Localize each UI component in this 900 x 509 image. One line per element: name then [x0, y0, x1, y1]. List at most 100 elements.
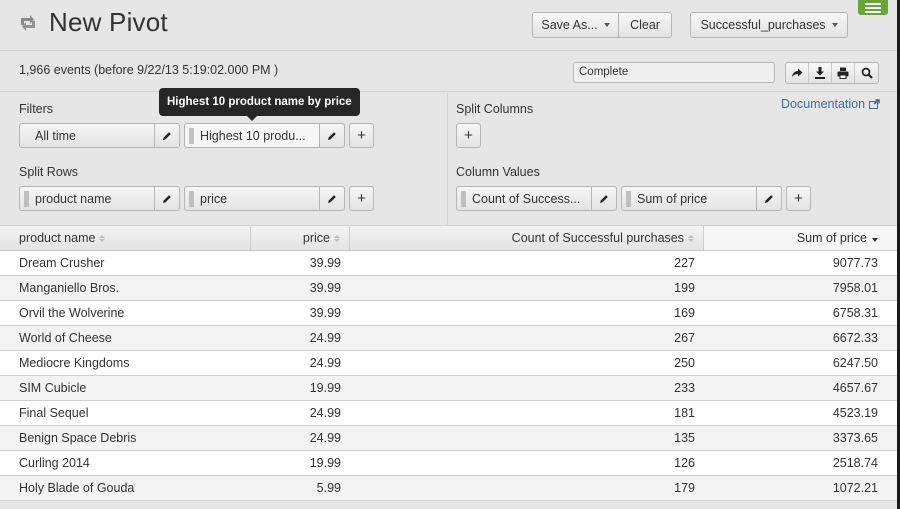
- cell-price: 24.99: [309, 356, 341, 370]
- cell-sum-price: 4523.19: [832, 406, 878, 420]
- cell-price: 19.99: [309, 381, 341, 395]
- drag-handle-icon[interactable]: [626, 191, 631, 207]
- cell-sum-price: 3373.65: [832, 431, 878, 445]
- table-row[interactable]: Dream Crusher 39.99 227 9077.73: [0, 251, 897, 276]
- edit-filter-button[interactable]: [154, 123, 180, 148]
- chevron-down-icon: [603, 23, 610, 27]
- cell-count: 181: [674, 406, 695, 420]
- cell-price: 24.99: [309, 406, 341, 420]
- table-row[interactable]: Curling 2014 19.99 126 2518.74: [0, 451, 897, 476]
- edit-split-row-button[interactable]: [154, 186, 180, 211]
- column-header-price[interactable]: price: [251, 226, 350, 250]
- edit-split-row-button[interactable]: [319, 186, 345, 211]
- column-header-count[interactable]: Count of Successful purchases: [350, 226, 704, 250]
- inspect-button[interactable]: [855, 63, 878, 83]
- edit-column-value-button[interactable]: [756, 186, 782, 211]
- cell-sum-price: 4657.67: [832, 381, 878, 395]
- pivot-icon: [21, 15, 35, 31]
- drag-handle-icon[interactable]: [461, 191, 466, 207]
- add-column-value-button[interactable]: +: [786, 186, 811, 211]
- print-icon: [837, 67, 849, 79]
- cell-product-name: Final Sequel: [19, 406, 89, 420]
- cell-count: 199: [674, 281, 695, 295]
- cell-price: 24.99: [309, 431, 341, 445]
- cell-count: 179: [674, 481, 695, 495]
- search-icon: [861, 67, 873, 79]
- edit-filter-button[interactable]: [319, 123, 345, 148]
- dataset-dropdown[interactable]: Successful_purchases: [690, 12, 848, 38]
- table-row[interactable]: Manganiello Bros. 39.99 199 7958.01: [0, 276, 897, 301]
- clear-button[interactable]: Clear: [619, 12, 672, 38]
- page-title: New Pivot: [49, 7, 168, 37]
- cell-price: 39.99: [309, 281, 341, 295]
- documentation-link[interactable]: Documentation: [781, 97, 880, 111]
- pivot-config-panel: Filters All time Highest 10 produ... + S…: [0, 93, 897, 226]
- cell-sum-price: 6758.31: [832, 306, 878, 320]
- cell-price: 19.99: [309, 456, 341, 470]
- table-row[interactable]: Benign Space Debris 24.99 135 3373.65: [0, 426, 897, 451]
- table-row[interactable]: Final Sequel 24.99 181 4523.19: [0, 401, 897, 426]
- filter-pill[interactable]: All time: [19, 123, 154, 148]
- pencil-icon: [765, 194, 773, 203]
- cell-product-name: World of Cheese: [19, 331, 112, 345]
- filter-pill[interactable]: Highest 10 produ...: [184, 123, 319, 148]
- pencil-icon: [600, 194, 608, 203]
- pencil-icon: [328, 131, 336, 140]
- sort-icon: [334, 234, 340, 242]
- share-icon: [792, 68, 803, 77]
- export-button[interactable]: [809, 63, 832, 83]
- cell-count: 267: [674, 331, 695, 345]
- status-bar: 1,966 events (before 9/22/13 5:19:02.000…: [0, 52, 897, 92]
- drag-handle-icon[interactable]: [24, 191, 29, 207]
- cell-price: 39.99: [309, 256, 341, 270]
- cell-product-name: Manganiello Bros.: [19, 281, 120, 295]
- event-count: 1,966 events (before 9/22/13 5:19:02.000…: [19, 63, 279, 77]
- cell-count: 135: [674, 431, 695, 445]
- cell-sum-price: 2518.74: [832, 456, 878, 470]
- table-row[interactable]: Orvil the Wolverine 39.99 169 6758.31: [0, 301, 897, 326]
- split-row-price: price: [184, 186, 345, 211]
- table-row[interactable]: Holy Blade of Gouda 5.99 179 1072.21: [0, 476, 897, 501]
- column-value-pill[interactable]: Count of Success...: [456, 186, 591, 211]
- edit-column-value-button[interactable]: [591, 186, 617, 211]
- cell-product-name: Dream Crusher: [19, 256, 105, 270]
- column-header-product-name[interactable]: product name: [0, 226, 251, 250]
- add-filter-button[interactable]: +: [349, 123, 374, 148]
- filters-label: Filters: [19, 102, 54, 116]
- cell-product-name: Benign Space Debris: [19, 431, 137, 445]
- column-header-sum-price[interactable]: Sum of price: [704, 226, 897, 250]
- split-row-pill[interactable]: product name: [19, 186, 154, 211]
- column-header-label: Count of Successful purchases: [511, 231, 684, 245]
- table-row[interactable]: SIM Cubicle 19.99 233 4657.67: [0, 376, 897, 401]
- column-header-label: product name: [19, 231, 96, 245]
- cell-product-name: Holy Blade of Gouda: [19, 481, 135, 495]
- drag-handle-icon[interactable]: [189, 128, 194, 144]
- column-value-sum-price: Sum of price: [621, 186, 782, 211]
- save-as-button[interactable]: Save As...: [532, 12, 619, 38]
- split-rows-label: Split Rows: [19, 165, 79, 179]
- filter-label: All time: [35, 128, 76, 143]
- table-row[interactable]: Mediocre Kingdoms 24.99 250 6247.50: [0, 351, 897, 376]
- drag-handle-icon[interactable]: [189, 191, 194, 207]
- cell-product-name: Curling 2014: [19, 456, 90, 470]
- share-button[interactable]: [786, 63, 809, 83]
- split-row-pill[interactable]: price: [184, 186, 319, 211]
- add-split-row-button[interactable]: +: [349, 186, 374, 211]
- column-values-label: Column Values: [456, 165, 540, 179]
- menu-button[interactable]: [858, 0, 888, 15]
- cell-count: 126: [674, 456, 695, 470]
- column-value-pill[interactable]: Sum of price: [621, 186, 756, 211]
- split-row-label: product name: [35, 191, 112, 206]
- filter-tooltip: Highest 10 product name by price: [159, 88, 360, 121]
- print-button[interactable]: [832, 63, 855, 83]
- add-split-column-button[interactable]: +: [456, 123, 481, 148]
- table-body: Dream Crusher 39.99 227 9077.73 Manganiello …: [0, 251, 897, 501]
- hamburger-line: [865, 10, 881, 13]
- hamburger-line: [865, 2, 881, 5]
- cell-count: 169: [674, 306, 695, 320]
- sort-icon: [99, 234, 106, 242]
- table-row[interactable]: World of Cheese 24.99 267 6672.33: [0, 326, 897, 351]
- filter-highest-10: Highest 10 produ...: [184, 123, 345, 148]
- split-row-product-name: product name: [19, 186, 180, 211]
- column-header-label: Sum of price: [796, 231, 867, 245]
